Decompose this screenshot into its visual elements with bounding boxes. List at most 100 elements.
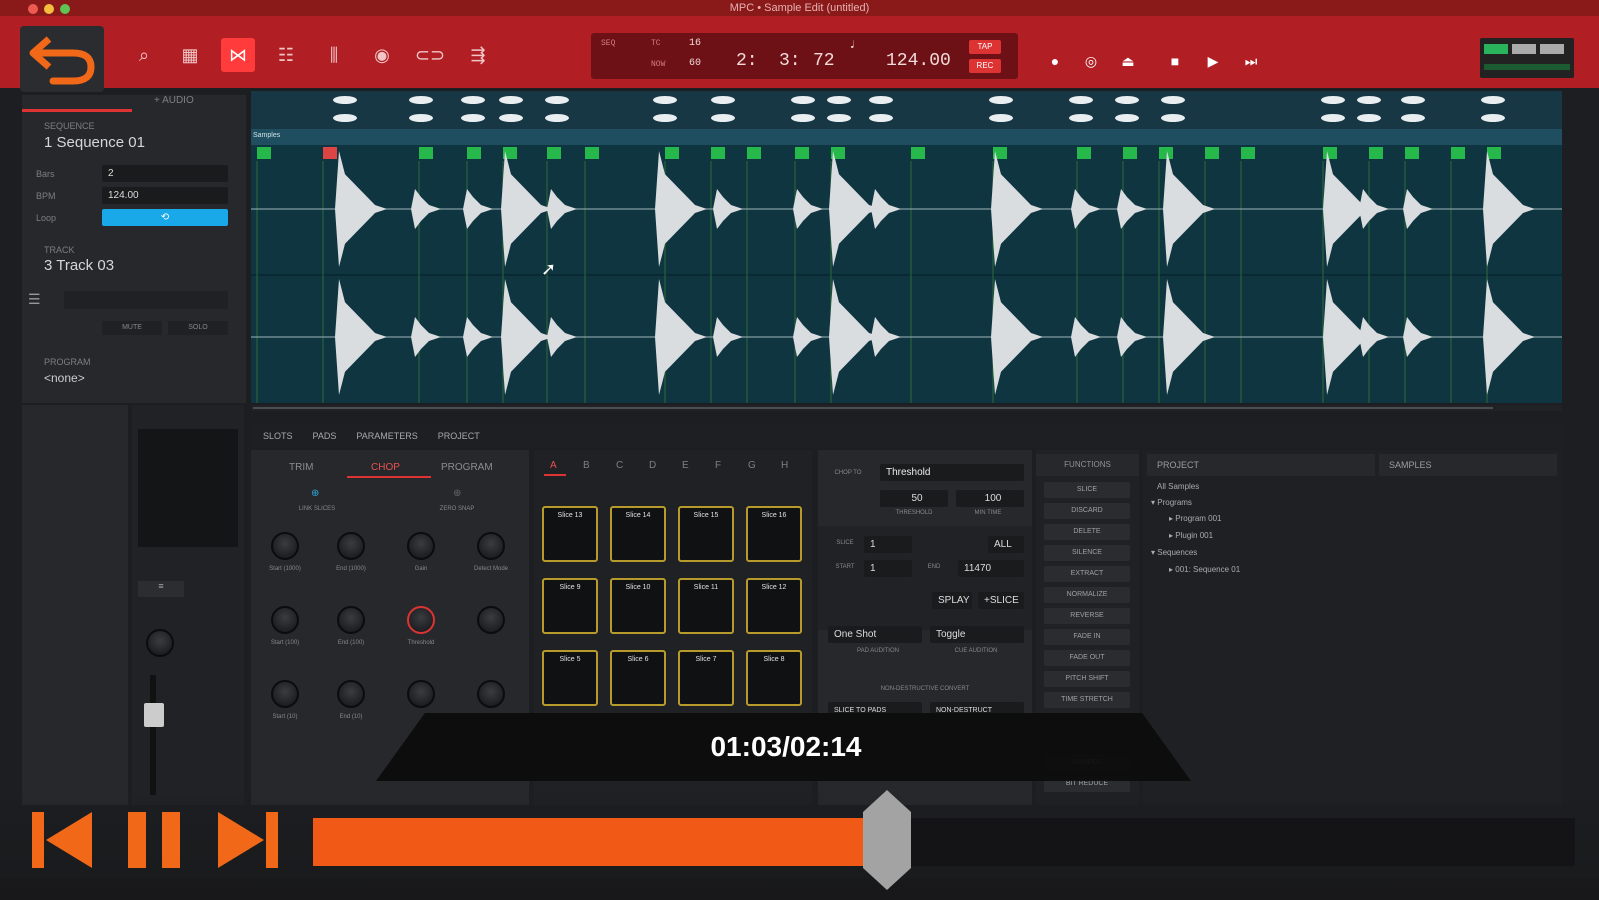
tree-all-samples[interactable]: All Samples bbox=[1157, 482, 1199, 491]
solo-button[interactable]: SOLO bbox=[168, 321, 228, 335]
previous-button[interactable] bbox=[30, 808, 94, 872]
tab-project[interactable]: PROJECT bbox=[438, 431, 480, 441]
pad[interactable]: Slice 9 bbox=[542, 578, 598, 634]
pad-bank-h[interactable]: H bbox=[781, 460, 788, 471]
automation-button[interactable]: ⏏ bbox=[1113, 48, 1143, 74]
pad-bank-d[interactable]: D bbox=[649, 460, 656, 471]
tab-trim[interactable]: TRIM bbox=[289, 462, 313, 473]
edit-knob[interactable] bbox=[477, 680, 505, 708]
edit-knob[interactable] bbox=[337, 680, 365, 708]
function-delete-button[interactable]: DELETE bbox=[1044, 524, 1130, 540]
pan-knob[interactable] bbox=[146, 629, 174, 657]
audio-tab[interactable]: + AUDIO bbox=[154, 95, 194, 106]
function-discard-button[interactable]: DISCARD bbox=[1044, 503, 1130, 519]
pad[interactable]: Slice 8 bbox=[746, 650, 802, 706]
bpm-readout[interactable]: 124.00 bbox=[886, 51, 951, 71]
edit-knob[interactable] bbox=[407, 680, 435, 708]
pad-bank-g[interactable]: G bbox=[748, 460, 756, 471]
sample-edit-icon[interactable]: ⋈ bbox=[221, 38, 255, 72]
function-fade-out-button[interactable]: FADE OUT bbox=[1044, 650, 1130, 666]
pad-bank-a[interactable]: A bbox=[550, 460, 557, 471]
waveform-scrollbar[interactable] bbox=[251, 405, 1562, 411]
track-name[interactable]: 3 Track 03 bbox=[44, 257, 114, 274]
rec-button[interactable]: REC bbox=[969, 59, 1001, 73]
edit-knob[interactable] bbox=[271, 606, 299, 634]
function-normalize-button[interactable]: NORMALIZE bbox=[1044, 587, 1130, 603]
tab-pads[interactable]: PADS bbox=[313, 431, 337, 441]
mixer-icon[interactable]: ⫼ bbox=[317, 38, 351, 72]
function-extract-button[interactable]: EXTRACT bbox=[1044, 566, 1130, 582]
sample-ruler[interactable]: Samples bbox=[251, 129, 1562, 145]
overdub-button[interactable]: ◎ bbox=[1076, 48, 1106, 74]
pad[interactable]: Slice 6 bbox=[610, 650, 666, 706]
loop-toggle[interactable]: ⟲ bbox=[102, 209, 228, 226]
edit-knob[interactable] bbox=[477, 606, 505, 634]
cue-audition-select[interactable]: Toggle bbox=[930, 626, 1024, 643]
browser-icon[interactable]: ⌕ bbox=[127, 38, 161, 72]
inserts-box[interactable] bbox=[138, 429, 238, 547]
slice-field[interactable]: 1 bbox=[864, 536, 912, 553]
pad[interactable]: Slice 11 bbox=[678, 578, 734, 634]
start-field[interactable]: 1 bbox=[864, 560, 912, 577]
edit-knob[interactable] bbox=[337, 532, 365, 560]
threshold-field[interactable]: 50 bbox=[880, 490, 948, 507]
stop-button[interactable]: ■ bbox=[1160, 48, 1190, 74]
pad-bank-e[interactable]: E bbox=[682, 460, 689, 471]
loop-icon[interactable]: ⊂⊃ bbox=[413, 38, 447, 72]
pad[interactable]: Slice 14 bbox=[610, 506, 666, 562]
splay-button[interactable]: SPLAY bbox=[932, 592, 972, 609]
tab-chop[interactable]: CHOP bbox=[371, 462, 400, 473]
function-fade-in-button[interactable]: FADE IN bbox=[1044, 629, 1130, 645]
q-link-icon[interactable]: ⇶ bbox=[461, 38, 495, 72]
tab-parameters[interactable]: PARAMETERS bbox=[356, 431, 417, 441]
edit-knob[interactable] bbox=[407, 606, 435, 634]
grid-view-icon[interactable]: ☷ bbox=[269, 38, 303, 72]
edit-knob[interactable] bbox=[271, 680, 299, 708]
settings-icon[interactable]: ◉ bbox=[365, 38, 399, 72]
sequence-name[interactable]: 1 Sequence 01 bbox=[44, 134, 145, 151]
edit-knob[interactable] bbox=[337, 606, 365, 634]
add-slice-button[interactable]: +SLICE bbox=[978, 592, 1024, 609]
track-list-icon[interactable]: ☰ bbox=[28, 291, 58, 309]
main-view-icon[interactable]: ▦ bbox=[173, 38, 207, 72]
routing-button[interactable]: ≡ bbox=[138, 581, 184, 597]
pad[interactable]: Slice 15 bbox=[678, 506, 734, 562]
pad[interactable]: Slice 13 bbox=[542, 506, 598, 562]
pause-button[interactable] bbox=[122, 808, 186, 872]
tap-button[interactable]: TAP bbox=[969, 40, 1001, 54]
bars-field[interactable]: 2 bbox=[102, 165, 228, 182]
program-value[interactable]: <none> bbox=[44, 371, 85, 385]
tree-plugin-001[interactable]: ▸ Plugin 001 bbox=[1169, 531, 1213, 540]
scrollbar-thumb[interactable] bbox=[253, 407, 1493, 409]
function-pitch-shift-button[interactable]: PITCH SHIFT bbox=[1044, 671, 1130, 687]
min-time-field[interactable]: 100 bbox=[956, 490, 1024, 507]
mute-button[interactable]: MUTE bbox=[102, 321, 162, 335]
waveform-editor[interactable]: ➚ bbox=[251, 145, 1562, 403]
tab-program[interactable]: PROGRAM bbox=[441, 462, 493, 473]
tree-sequence-01[interactable]: ▸ 001: Sequence 01 bbox=[1169, 565, 1240, 574]
edit-knob[interactable] bbox=[477, 532, 505, 560]
pad[interactable]: Slice 7 bbox=[678, 650, 734, 706]
tree-sequences[interactable]: ▾ Sequences bbox=[1151, 548, 1197, 557]
tab-slots[interactable]: SLOTS bbox=[263, 431, 293, 441]
back-button[interactable] bbox=[20, 26, 104, 92]
next-button[interactable] bbox=[216, 808, 280, 872]
volume-fader[interactable] bbox=[144, 703, 164, 727]
tree-program-001[interactable]: ▸ Program 001 bbox=[1169, 514, 1222, 523]
pad-bank-b[interactable]: B bbox=[583, 460, 590, 471]
play-button[interactable]: ▶ bbox=[1198, 48, 1228, 74]
function-silence-button[interactable]: SILENCE bbox=[1044, 545, 1130, 561]
tree-programs[interactable]: ▾ Programs bbox=[1151, 498, 1192, 507]
pad[interactable]: Slice 12 bbox=[746, 578, 802, 634]
track-type-buttons[interactable] bbox=[64, 291, 228, 309]
end-field[interactable]: 11470 bbox=[958, 560, 1024, 577]
pad-bank-f[interactable]: F bbox=[715, 460, 721, 471]
edit-knob[interactable] bbox=[407, 532, 435, 560]
function-slice-button[interactable]: SLICE bbox=[1044, 482, 1130, 498]
all-button[interactable]: ALL bbox=[988, 536, 1024, 553]
zero-snap-icon[interactable]: ⊕ bbox=[453, 488, 461, 499]
pad[interactable]: Slice 16 bbox=[746, 506, 802, 562]
function-time-stretch-button[interactable]: TIME STRETCH bbox=[1044, 692, 1130, 708]
pad[interactable]: Slice 5 bbox=[542, 650, 598, 706]
function-reverse-button[interactable]: REVERSE bbox=[1044, 608, 1130, 624]
